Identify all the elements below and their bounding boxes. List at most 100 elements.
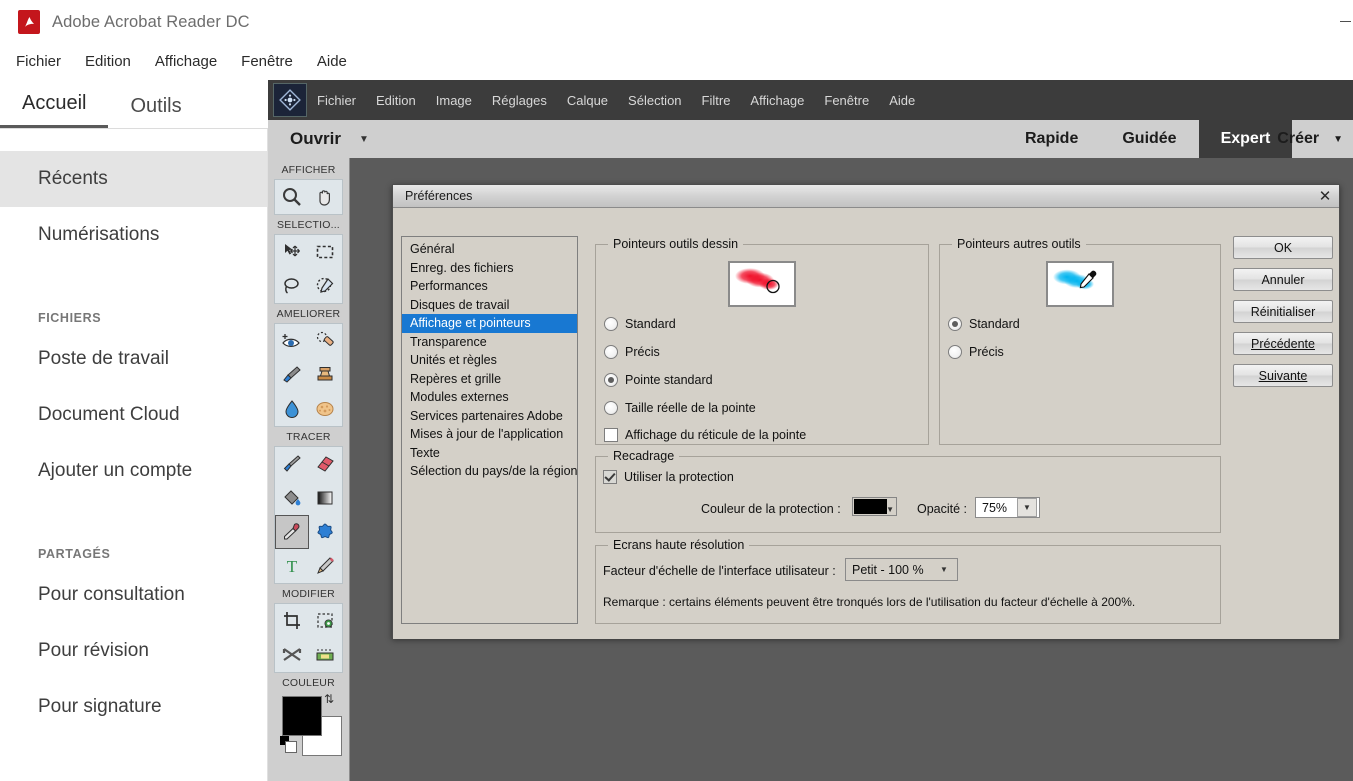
mode-tab-rapide[interactable]: Rapide — [1003, 120, 1100, 158]
checkbox-label: Utiliser la protection — [624, 470, 734, 484]
sidebar-item-document-cloud[interactable]: Document Cloud — [0, 387, 267, 443]
category-performances[interactable]: Performances — [402, 277, 577, 296]
pse-menu-edition[interactable]: Edition — [366, 93, 426, 108]
radio-pointe-standard[interactable]: Pointe standard — [604, 373, 713, 387]
next-button[interactable]: Suivante — [1233, 364, 1333, 387]
crop-icon[interactable] — [275, 604, 309, 638]
category-texte[interactable]: Texte — [402, 444, 577, 463]
category-enreg-des-fichiers[interactable]: Enreg. des fichiers — [402, 259, 577, 278]
category-modules-externes[interactable]: Modules externes — [402, 388, 577, 407]
close-icon[interactable]: ✕ — [1315, 186, 1335, 205]
reset-button[interactable]: Réinitialiser — [1233, 300, 1333, 323]
smart-brush-icon[interactable] — [275, 358, 309, 392]
previous-button[interactable]: Précédente — [1233, 332, 1333, 355]
category-disques-de-travail[interactable]: Disques de travail — [402, 296, 577, 315]
chevron-down-icon[interactable]: ▼ — [1017, 498, 1037, 517]
chevron-down-icon[interactable]: ▼ — [359, 134, 369, 145]
brush-icon[interactable] — [275, 447, 309, 481]
default-colors-icon[interactable] — [280, 736, 297, 753]
spot-healing-brush-icon[interactable] — [309, 324, 343, 358]
gradient-icon[interactable] — [309, 481, 343, 515]
pse-menu-filtre[interactable]: Filtre — [692, 93, 741, 108]
ui-scale-combobox[interactable]: Petit - 100 % ▼ — [845, 558, 958, 581]
move-icon[interactable] — [275, 235, 309, 269]
sidebar-item-poste-de-travail[interactable]: Poste de travail — [0, 331, 267, 387]
cancel-button[interactable]: Annuler — [1233, 268, 1333, 291]
category-selection-du-pays-de-la-region[interactable]: Sélection du pays/de la région — [402, 462, 577, 481]
custom-shape-icon[interactable] — [309, 515, 343, 549]
eraser-icon[interactable] — [309, 447, 343, 481]
quick-selection-icon[interactable] — [309, 269, 343, 303]
protection-color-picker[interactable]: ▼ — [852, 497, 897, 516]
pse-menu-selection[interactable]: Sélection — [618, 93, 691, 108]
pse-menu-reglages[interactable]: Réglages — [482, 93, 557, 108]
radio-indicator — [948, 317, 962, 331]
sidebar-item-recents[interactable]: Récents — [0, 151, 267, 207]
menu-fichier[interactable]: Fichier — [4, 53, 73, 70]
radio-precis-other[interactable]: Précis — [948, 345, 1004, 359]
checkbox-utiliser-la-protection[interactable]: Utiliser la protection — [603, 470, 734, 484]
paint-bucket-icon[interactable] — [275, 481, 309, 515]
radio-precis-draw[interactable]: Précis — [604, 345, 660, 359]
radio-taille-reelle-de-la-pointe[interactable]: Taille réelle de la pointe — [604, 401, 756, 415]
minimize-button[interactable]: — — [1340, 14, 1351, 28]
mode-tab-guidee[interactable]: Guidée — [1100, 120, 1198, 158]
sidebar-item-pour-signature[interactable]: Pour signature — [0, 679, 267, 735]
pse-menu-fichier[interactable]: Fichier — [307, 93, 366, 108]
eyedropper-icon[interactable] — [275, 515, 309, 549]
category-transparence[interactable]: Transparence — [402, 333, 577, 352]
sidebar-item-pour-revision[interactable]: Pour révision — [0, 623, 267, 679]
pse-menu-aide[interactable]: Aide — [879, 93, 925, 108]
type-icon[interactable]: T — [275, 549, 309, 583]
tab-accueil[interactable]: Accueil — [0, 92, 109, 128]
tab-outils[interactable]: Outils — [108, 95, 203, 128]
hand-icon[interactable] — [309, 180, 343, 214]
toolgroup-tracer: T — [274, 446, 343, 584]
pse-menu-image[interactable]: Image — [426, 93, 482, 108]
create-button[interactable]: Créer ▼ — [1277, 120, 1343, 158]
chevron-down-icon[interactable]: ▼ — [933, 561, 955, 578]
swap-colors-icon[interactable]: ⇅ — [324, 692, 334, 706]
category-mises-a-jour-de-lapplication[interactable]: Mises à jour de l'application — [402, 425, 577, 444]
opacity-value: 75% — [982, 500, 1008, 515]
checkbox-indicator — [603, 470, 617, 484]
category-unites-et-regles[interactable]: Unités et règles — [402, 351, 577, 370]
menu-edition[interactable]: Edition — [73, 53, 143, 70]
pse-menu-calque[interactable]: Calque — [557, 93, 618, 108]
category-affichage-et-pointeurs[interactable]: Affichage et pointeurs — [402, 314, 577, 333]
rectangular-marquee-icon[interactable] — [309, 235, 343, 269]
menu-affichage[interactable]: Affichage — [143, 53, 229, 70]
checkbox-affichage-du-reticule-de-la-pointe[interactable]: Affichage du réticule de la pointe — [604, 428, 806, 442]
recompose-icon[interactable] — [309, 604, 343, 638]
preferences-category-list[interactable]: Général Enreg. des fichiers Performances… — [401, 236, 578, 624]
radio-indicator — [948, 345, 962, 359]
clone-stamp-icon[interactable] — [309, 358, 343, 392]
content-aware-move-icon[interactable] — [275, 638, 309, 672]
category-services-partenaires-adobe[interactable]: Services partenaires Adobe — [402, 407, 577, 426]
category-general[interactable]: Général — [402, 240, 577, 259]
pse-menu-fenetre[interactable]: Fenêtre — [814, 93, 879, 108]
ok-button[interactable]: OK — [1233, 236, 1333, 259]
menu-fenetre[interactable]: Fenêtre — [229, 53, 305, 70]
zoom-icon[interactable] — [275, 180, 309, 214]
radio-standard-other[interactable]: Standard — [948, 317, 1020, 331]
straighten-icon[interactable] — [309, 638, 343, 672]
sidebar-item-numerisations[interactable]: Numérisations — [0, 207, 267, 263]
sidebar-item-pour-consultation[interactable]: Pour consultation — [0, 567, 267, 623]
opacity-combobox[interactable]: 75% ▼ — [975, 497, 1040, 518]
sidebar-item-ajouter-un-compte[interactable]: Ajouter un compte — [0, 443, 267, 499]
blur-icon[interactable] — [275, 392, 309, 426]
radio-indicator — [604, 373, 618, 387]
menu-aide[interactable]: Aide — [305, 53, 359, 70]
pse-menu-affichage[interactable]: Affichage — [740, 93, 814, 108]
lasso-icon[interactable] — [275, 269, 309, 303]
radio-standard-draw[interactable]: Standard — [604, 317, 676, 331]
foreground-color-swatch[interactable] — [282, 696, 322, 736]
label-facteur-dechelle: Facteur d'échelle de l'interface utilisa… — [603, 564, 836, 578]
pencil-icon[interactable] — [309, 549, 343, 583]
fieldset-recadrage: Recadrage Utiliser la protection Couleur… — [595, 449, 1221, 533]
sponge-icon[interactable] — [309, 392, 343, 426]
open-button[interactable]: Ouvrir — [290, 129, 341, 149]
red-eye-removal-icon[interactable] — [275, 324, 309, 358]
category-reperes-et-grille[interactable]: Repères et grille — [402, 370, 577, 389]
